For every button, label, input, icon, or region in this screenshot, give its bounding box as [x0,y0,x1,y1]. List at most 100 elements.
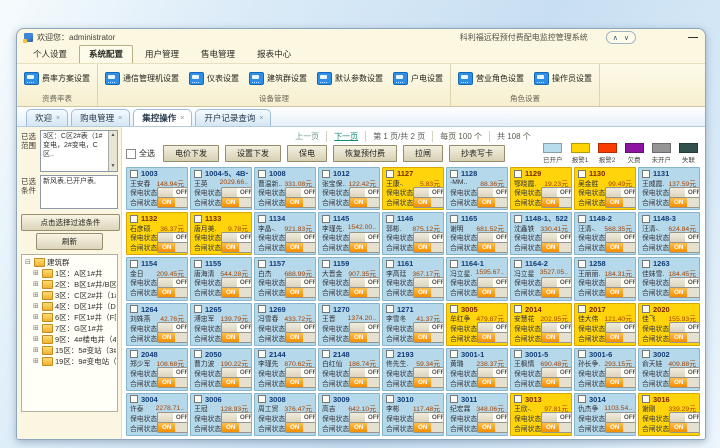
supply-state-toggle[interactable]: OFF [221,187,252,198]
switch-state-toggle[interactable]: ON [221,422,252,433]
selected-condition-box[interactable]: 新风表,已开户表, [40,175,118,209]
card-checkbox[interactable] [130,170,138,178]
tab-close-icon[interactable]: × [118,115,122,122]
tree-item[interactable]: ⊞ 4区：D区1#井（D区1.. [25,301,116,312]
card-checkbox[interactable] [578,170,586,178]
switch-state-toggle[interactable]: ON [413,377,444,388]
switch-state-toggle[interactable]: ON [605,332,636,343]
card-checkbox[interactable] [450,170,458,178]
menu-item[interactable]: 系统配置 [79,45,133,63]
card-checkbox[interactable] [194,260,202,268]
switch-state-toggle[interactable]: ON [477,422,508,433]
switch-state-toggle[interactable]: ON [477,242,508,253]
ribbon-button[interactable]: 建筑群设置 [249,72,307,85]
expand-node-icon[interactable]: ⊞ [33,268,40,279]
pick-filter-button[interactable]: 点击选择过滤条件 [21,214,120,231]
switch-state-toggle[interactable]: ON [669,197,700,208]
document-tab[interactable]: 集控操作 × [133,109,192,126]
switch-state-toggle[interactable]: ON [157,287,188,298]
toolbar-button[interactable]: 保电 [287,145,327,162]
switch-state-toggle[interactable]: ON [221,287,252,298]
card-checkbox[interactable] [642,395,650,403]
card-checkbox[interactable] [386,350,394,358]
tree-item[interactable]: ⊞ 15区：5#变站（3#变电.. [25,345,116,356]
card-checkbox[interactable] [130,305,138,313]
expand-node-icon[interactable]: ⊞ [33,301,40,312]
tab-close-icon[interactable]: × [180,115,184,122]
card-checkbox[interactable] [514,260,522,268]
card-checkbox[interactable] [578,215,586,223]
card-checkbox[interactable] [450,350,458,358]
card-checkbox[interactable] [322,305,330,313]
collapse-up-icon[interactable]: ∧ [613,34,618,42]
collapse-node-icon[interactable]: ⊟ [25,257,32,268]
switch-state-toggle[interactable]: ON [349,377,380,388]
card-checkbox[interactable] [578,305,586,313]
tree-item[interactable]: ⊞ 1区：A区1#井 [25,268,116,279]
card-checkbox[interactable] [194,215,202,223]
switch-state-toggle[interactable]: ON [285,422,316,433]
expand-node-icon[interactable]: ⊞ [33,323,40,334]
tree-item[interactable]: ⊞ 6区：F区1#井（F区1#.. [25,312,116,323]
collapse-down-icon[interactable]: ∨ [624,34,629,42]
scroll-up-icon[interactable]: ▲ [111,131,116,140]
supply-state-toggle[interactable]: OFF [413,187,444,198]
card-checkbox[interactable] [514,305,522,313]
switch-state-toggle[interactable]: ON [413,197,444,208]
supply-state-toggle[interactable]: OFF [285,187,316,198]
switch-state-toggle[interactable]: ON [477,287,508,298]
tree-root[interactable]: ⊟ 建筑群 [25,257,116,268]
listbox-scrollbar[interactable]: ▲ ▼ [108,131,117,171]
switch-state-toggle[interactable]: ON [669,377,700,388]
switch-state-toggle[interactable]: ON [157,332,188,343]
card-checkbox[interactable] [258,260,266,268]
card-checkbox[interactable] [450,260,458,268]
card-checkbox[interactable] [642,260,650,268]
card-checkbox[interactable] [386,170,394,178]
expand-node-icon[interactable]: ⊞ [33,334,40,345]
card-checkbox[interactable] [514,215,522,223]
refresh-button[interactable]: 刷新 [36,233,104,250]
card-checkbox[interactable] [642,215,650,223]
supply-state-toggle[interactable]: OFF [477,187,508,198]
card-checkbox[interactable] [258,215,266,223]
switch-state-toggle[interactable]: ON [669,332,700,343]
card-checkbox[interactable] [258,305,266,313]
card-checkbox[interactable] [258,395,266,403]
switch-state-toggle[interactable]: ON [285,242,316,253]
switch-state-toggle[interactable]: ON [605,197,636,208]
tree-item[interactable]: ⊞ 7区：G区1#井 [25,323,116,334]
switch-state-toggle[interactable]: ON [221,242,252,253]
switch-state-toggle[interactable]: ON [349,242,380,253]
card-checkbox[interactable] [514,170,522,178]
tree-item[interactable]: ⊞ 2区：B区1#井/B区1#. [25,279,116,290]
menu-item[interactable]: 用户管理 [135,45,189,63]
tab-close-icon[interactable]: × [259,115,263,122]
ribbon-button[interactable]: 默认参数设置 [317,72,383,85]
document-tab[interactable]: 欢迎 × [26,109,68,126]
switch-state-toggle[interactable]: ON [541,242,572,253]
expand-node-icon[interactable]: ⊞ [33,356,40,367]
ribbon-button[interactable]: 营业角色设置 [458,72,524,85]
card-checkbox[interactable] [258,350,266,358]
switch-state-toggle[interactable]: ON [157,242,188,253]
card-checkbox[interactable] [642,350,650,358]
card-checkbox[interactable] [450,215,458,223]
card-checkbox[interactable] [194,305,202,313]
ribbon-button[interactable]: 通信管理机设置 [105,72,179,85]
ribbon-collapse-control[interactable]: ∧ ∨ [606,31,636,44]
toolbar-button[interactable]: 拉闸 [403,145,443,162]
switch-state-toggle[interactable]: ON [221,197,252,208]
ribbon-button[interactable]: 操作员设置 [534,72,592,85]
switch-state-toggle[interactable]: ON [285,197,316,208]
card-checkbox[interactable] [386,215,394,223]
ribbon-button[interactable]: 户电设置 [393,72,443,85]
switch-state-toggle[interactable]: ON [157,422,188,433]
document-tab[interactable]: 购电管理 × [71,109,130,126]
switch-state-toggle[interactable]: ON [221,377,252,388]
card-checkbox[interactable] [322,170,330,178]
card-checkbox[interactable] [386,395,394,403]
card-checkbox[interactable] [130,215,138,223]
switch-state-toggle[interactable]: ON [541,197,572,208]
switch-state-toggle[interactable]: ON [605,377,636,388]
